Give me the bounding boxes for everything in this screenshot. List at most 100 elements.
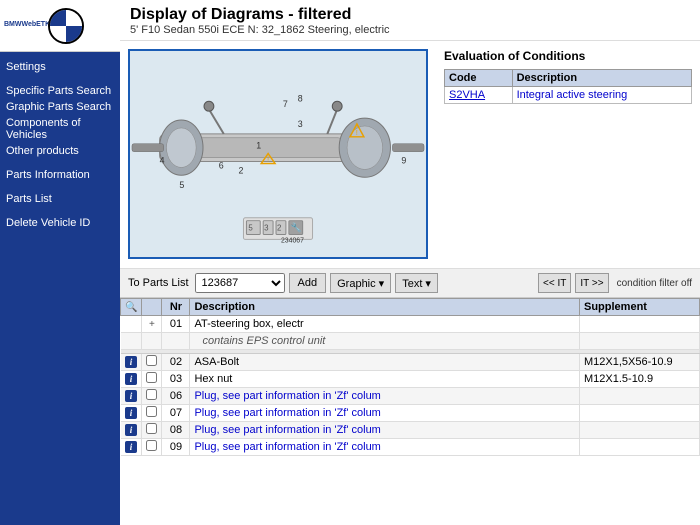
row-checkbox[interactable] [146, 355, 157, 366]
text-button[interactable]: Text ▾ [395, 273, 438, 293]
row-checkbox[interactable] [146, 389, 157, 400]
sidebar-item-components-of-vehicles[interactable]: Components of Vehicles [6, 116, 114, 142]
eval-description: Integral active steering [512, 87, 691, 104]
sidebar-item-other-products[interactable]: Other products [6, 144, 114, 158]
diagram-box[interactable]: 7 8 3 6 2 5 4 9 1 ! ! [128, 49, 428, 259]
col-header-desc: Description [190, 299, 580, 316]
svg-text:234067: 234067 [281, 238, 304, 245]
svg-text:8: 8 [298, 94, 303, 104]
sidebar-item-graphic-parts-search[interactable]: Graphic Parts Search [6, 100, 114, 114]
expand-icon[interactable]: + [149, 319, 155, 330]
eval-table: Code Description S2VHA Integral active s… [444, 69, 692, 104]
table-row: i 08Plug, see part information in 'Zf' co… [121, 422, 700, 439]
svg-text:🔧: 🔧 [291, 222, 302, 233]
row-checkbox-cell: + [142, 316, 162, 333]
nav-prev-button[interactable]: << IT [538, 273, 571, 293]
table-row: i07Plug, see part information in 'Zf' co… [121, 405, 700, 422]
eval-col-code: Code [445, 70, 513, 87]
row-description[interactable]: Plug, see part information in 'Zf' colum [190, 388, 580, 405]
row-supplement: M12X1.5-10.9 [580, 371, 700, 388]
row-checkbox-cell [142, 388, 162, 405]
eval-title: Evaluation of Conditions [444, 49, 692, 63]
row-icon-cell: i [121, 371, 142, 388]
row-description[interactable]: Plug, see part information in 'Zf' colum [190, 439, 580, 456]
row-icon-cell: i [121, 405, 142, 422]
bmw-etk-logo: BMWWebETK [4, 21, 44, 29]
toolbar: To Parts List 123687 Add Graphic ▾ Text … [120, 268, 700, 297]
info-icon[interactable]: i [125, 441, 137, 453]
search-icon: 🔍 [125, 302, 137, 313]
parts-list-select[interactable]: 123687 [195, 273, 285, 293]
row-supplement [580, 316, 700, 333]
svg-text:7: 7 [283, 100, 288, 110]
info-icon[interactable]: i [125, 356, 137, 368]
graphic-button[interactable]: Graphic ▾ [330, 273, 391, 293]
col-header-supp: Supplement [580, 299, 700, 316]
page-subtitle: 5' F10 Sedan 550i ECE N: 32_1862 Steerin… [130, 24, 690, 36]
row-checkbox[interactable] [146, 440, 157, 451]
condition-filter-text: condition filter off [617, 278, 692, 289]
row-nr: 06 [162, 388, 190, 405]
svg-text:9: 9 [401, 156, 406, 166]
row-description: contains EPS control unit [190, 333, 580, 350]
row-supplement [580, 439, 700, 456]
info-icon[interactable]: i [125, 390, 137, 402]
sidebar-nav: Settings Specific Parts Search Graphic P… [0, 52, 120, 238]
diagram-svg: 7 8 3 6 2 5 4 9 1 ! ! [130, 50, 426, 257]
row-checkbox-cell [142, 333, 162, 350]
sidebar-item-parts-list[interactable]: Parts List [6, 192, 114, 206]
col-header-search: 🔍 [121, 299, 142, 316]
svg-text:1: 1 [256, 141, 261, 151]
info-icon[interactable]: i [125, 407, 137, 419]
to-parts-list-label: To Parts List [128, 277, 189, 289]
row-nr: 09 [162, 439, 190, 456]
row-checkbox[interactable] [146, 372, 157, 383]
parts-table-container: 🔍 Nr Description Supplement +01AT-steeri… [120, 297, 700, 525]
content-area: Display of Diagrams - filtered 5' F10 Se… [120, 0, 700, 525]
evaluation-section: Evaluation of Conditions Code Descriptio… [440, 41, 700, 268]
page-header: Display of Diagrams - filtered 5' F10 Se… [120, 0, 700, 41]
table-row: +01AT-steering box, electr [121, 316, 700, 333]
row-supplement [580, 388, 700, 405]
row-checkbox-cell [142, 439, 162, 456]
svg-text:2: 2 [277, 224, 281, 233]
row-nr: 01 [162, 316, 190, 333]
row-checkbox-cell [142, 354, 162, 371]
row-nr: 08 [162, 422, 190, 439]
add-button[interactable]: Add [289, 273, 327, 293]
row-checkbox[interactable] [146, 423, 157, 434]
row-icon-cell: i [121, 439, 142, 456]
row-checkbox-cell [142, 371, 162, 388]
sidebar-item-settings[interactable]: Settings [6, 60, 114, 74]
info-icon[interactable]: i [125, 373, 137, 385]
row-checkbox-cell [142, 422, 162, 439]
row-icon-cell [121, 333, 142, 350]
col-header-check [142, 299, 162, 316]
bmw-roundel [48, 8, 84, 44]
row-checkbox[interactable] [146, 406, 157, 417]
row-checkbox-cell [142, 405, 162, 422]
row-icon-cell: i [121, 354, 142, 371]
eval-code[interactable]: S2VHA [445, 87, 513, 104]
info-icon[interactable]: i [125, 424, 137, 436]
row-description: ASA-Bolt [190, 354, 580, 371]
parts-table: 🔍 Nr Description Supplement +01AT-steeri… [120, 298, 700, 456]
row-description: AT-steering box, electr [190, 316, 580, 333]
row-nr: 03 [162, 371, 190, 388]
svg-text:5: 5 [179, 181, 184, 191]
eval-col-desc: Description [512, 70, 691, 87]
eval-row: S2VHA Integral active steering [445, 87, 692, 104]
row-description[interactable]: Plug, see part information in 'Zf' colum [190, 422, 580, 439]
svg-text:!: ! [356, 130, 358, 137]
svg-text:!: ! [267, 157, 269, 164]
sidebar-item-specific-parts-search[interactable]: Specific Parts Search [6, 84, 114, 98]
row-nr [162, 333, 190, 350]
svg-text:6: 6 [219, 161, 224, 171]
row-description[interactable]: Plug, see part information in 'Zf' colum [190, 405, 580, 422]
sidebar-item-parts-information[interactable]: Parts Information [6, 168, 114, 182]
main-content: 7 8 3 6 2 5 4 9 1 ! ! [120, 41, 700, 268]
sidebar-item-delete-vehicle-id[interactable]: Delete Vehicle ID [6, 216, 114, 230]
row-supplement [580, 405, 700, 422]
nav-next-button[interactable]: IT >> [575, 273, 608, 293]
row-supplement [580, 422, 700, 439]
